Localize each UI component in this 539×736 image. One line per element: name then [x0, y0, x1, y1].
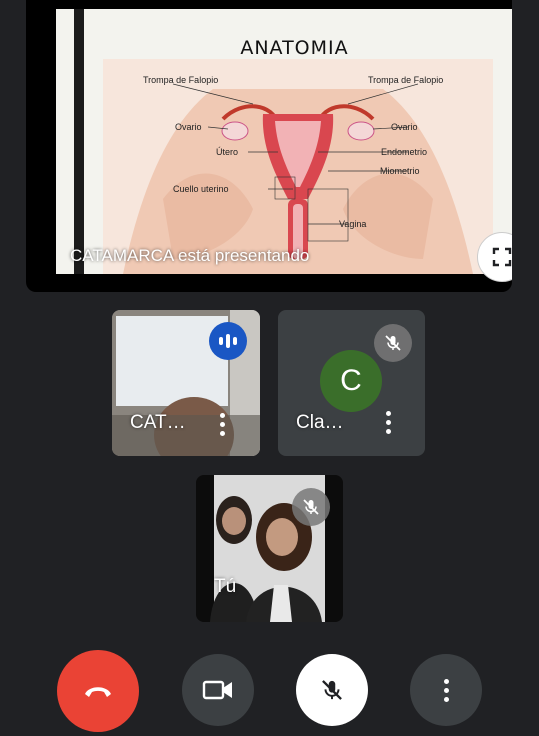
label-trompa-left: Trompa de Falopio — [143, 75, 219, 85]
label-ovario-left: Ovario — [175, 122, 202, 132]
speaking-indicator — [209, 322, 247, 360]
hang-up-icon — [85, 687, 111, 697]
presentation-tile[interactable]: ANATOMIA Trompa de Falopio Trompa de Fal… — [26, 0, 512, 292]
label-cuello-uterino: Cuello uterino — [173, 184, 229, 194]
label-utero: Útero — [216, 147, 239, 157]
label-miometrio: Miometrio — [380, 166, 420, 176]
more-vert-icon[interactable] — [220, 413, 225, 436]
mic-off-icon — [385, 335, 401, 351]
participant-name: Cla… — [296, 412, 344, 433]
more-vert-icon — [443, 678, 449, 702]
fullscreen-button[interactable] — [477, 232, 512, 282]
avatar-letter: C — [340, 364, 362, 397]
participant-tile-self[interactable]: Tú — [196, 475, 343, 622]
fullscreen-icon — [492, 247, 512, 267]
camera-button[interactable] — [182, 654, 254, 726]
end-call-button[interactable] — [57, 650, 139, 732]
shared-slide: ANATOMIA Trompa de Falopio Trompa de Fal… — [56, 9, 512, 274]
muted-indicator — [292, 488, 330, 526]
participant-tile-cla[interactable]: C Cla… — [278, 310, 425, 456]
label-endometrio: Endometrio — [381, 147, 428, 157]
label-ovario-right: Ovario — [391, 122, 418, 132]
participant-name: CAT… — [130, 412, 186, 433]
presenter-caption: CATAMARCA está presentando — [70, 246, 310, 265]
videocam-icon — [202, 680, 232, 700]
label-vagina: Vagina — [339, 219, 367, 229]
more-options-button[interactable] — [410, 654, 482, 726]
label-trompa-right: Trompa de Falopio — [368, 75, 444, 85]
mic-off-icon — [303, 499, 319, 515]
muted-indicator — [374, 324, 412, 362]
participant-name: Tú — [214, 576, 237, 597]
uterus-diagram — [103, 59, 493, 274]
audio-wave-icon — [219, 334, 237, 348]
participant-tile-cat[interactable]: CAT… — [112, 310, 260, 456]
microphone-button[interactable] — [296, 654, 368, 726]
slide-title: ANATOMIA — [240, 37, 349, 59]
mic-off-icon — [322, 680, 342, 700]
more-vert-icon[interactable] — [386, 411, 391, 434]
avatar: C — [320, 350, 382, 412]
anatomy-illustration: Trompa de Falopio Trompa de Falopio Ovar… — [103, 59, 493, 274]
